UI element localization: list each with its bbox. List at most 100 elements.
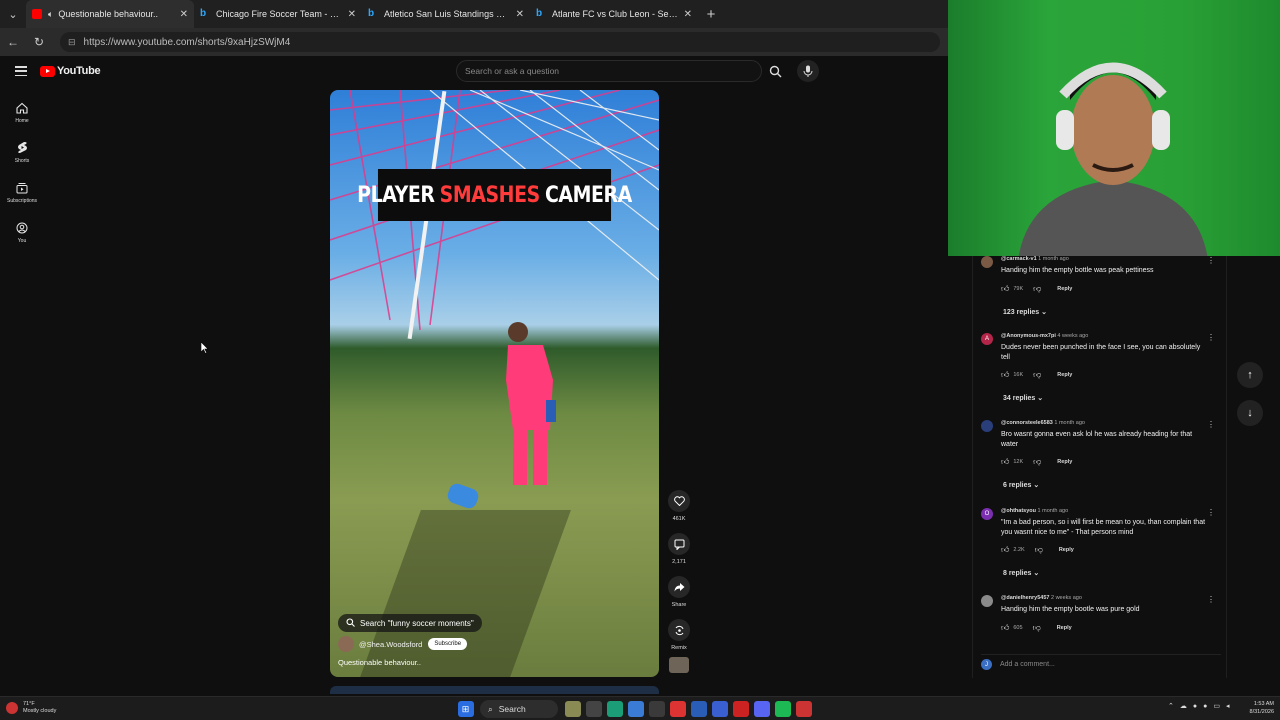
close-tab-icon[interactable]: ✕ xyxy=(180,9,188,20)
next-short-arrow-down-icon[interactable]: ↓ xyxy=(1237,400,1263,426)
previous-short-arrow-up-icon[interactable]: ↑ xyxy=(1237,362,1263,388)
tray-chevron-up-icon[interactable]: ⌃ xyxy=(1168,702,1174,710)
thumbs-down-icon[interactable]: 👎︎ xyxy=(1033,370,1041,380)
thumbs-down-icon[interactable]: 👎︎ xyxy=(1035,545,1043,555)
thumbs-down-icon[interactable]: 👎︎ xyxy=(1033,623,1041,633)
back-arrow-icon[interactable]: ← xyxy=(0,35,26,49)
close-tab-icon[interactable]: ✕ xyxy=(684,9,692,20)
discord-icon[interactable] xyxy=(753,701,770,717)
comment-author[interactable]: @carmack-v1 xyxy=(1001,256,1037,262)
nav-item-home[interactable]: Home xyxy=(0,92,44,132)
close-tab-icon[interactable]: ✕ xyxy=(516,9,524,20)
close-tab-icon[interactable]: ✕ xyxy=(348,9,356,20)
app-icon[interactable] xyxy=(648,701,665,717)
nav-item-shorts[interactable]: Shorts xyxy=(0,132,44,172)
thumbs-down-icon[interactable]: 👎︎ xyxy=(1033,284,1041,294)
url-field[interactable]: ⊟ https://www.youtube.com/shorts/9xaHjzS… xyxy=(60,32,940,52)
shorts-video-player[interactable]: PLAYER SMASHES CAMERA Search "funny socc… xyxy=(330,90,659,677)
mic-icon[interactable]: ● xyxy=(1203,703,1207,710)
reply-button[interactable]: Reply xyxy=(1059,547,1074,553)
view-replies-button[interactable]: 6 replies ⌄ xyxy=(1003,481,1039,489)
like-action[interactable]: 461K xyxy=(667,490,691,522)
store-icon[interactable] xyxy=(627,701,644,717)
share-icon[interactable] xyxy=(668,576,690,598)
youtube-app-icon[interactable] xyxy=(669,701,686,717)
comment-avatar[interactable]: O xyxy=(981,508,993,520)
edge-browser-icon[interactable] xyxy=(606,701,623,717)
related-search-pill[interactable]: Search "funny soccer moments" xyxy=(338,614,482,632)
app-icon[interactable] xyxy=(690,701,707,717)
app-icon[interactable] xyxy=(711,701,728,717)
comment-icon[interactable] xyxy=(668,533,690,555)
windows-start-icon[interactable]: ⊞ xyxy=(457,701,474,717)
sound-thumbnail[interactable] xyxy=(669,657,689,673)
thumbs-down-icon[interactable]: 👎︎ xyxy=(1033,457,1041,467)
weather-widget[interactable]: 71°F Mostly cloudy xyxy=(6,701,56,715)
remix-icon[interactable] xyxy=(668,619,690,641)
reply-button[interactable]: Reply xyxy=(1057,372,1072,378)
comment-action[interactable]: 2,171 xyxy=(667,533,691,565)
comment-author[interactable]: @Anonymous-mx7pi xyxy=(1001,333,1056,339)
reply-button[interactable]: Reply xyxy=(1057,286,1072,292)
view-replies-button[interactable]: 123 replies ⌄ xyxy=(1003,308,1047,316)
thumbs-up-icon[interactable]: 👍︎ xyxy=(1001,457,1009,467)
comment-author[interactable]: @connorsteele6583 xyxy=(1001,420,1053,426)
browser-tab-4[interactable]: b Atlante FC vs Club Leon - Search ✕ xyxy=(530,0,698,28)
app-icon[interactable] xyxy=(795,701,812,717)
spotify-icon[interactable] xyxy=(774,701,791,717)
video-title[interactable]: Questionable behaviour.. xyxy=(338,658,421,667)
thumbs-up-icon[interactable]: 👍︎ xyxy=(1001,545,1009,555)
speaker-icon[interactable]: 🔈︎ xyxy=(48,9,53,20)
reply-button[interactable]: Reply xyxy=(1057,459,1072,465)
thumbs-up-icon[interactable]: 👍︎ xyxy=(1001,284,1009,294)
search-input[interactable]: Search or ask a question xyxy=(456,60,762,82)
channel-handle[interactable]: @Shea.Woodsford xyxy=(359,640,422,649)
taskbar-clock[interactable]: 1:53 AM 8/31/2026 xyxy=(1240,700,1274,716)
thumbs-up-icon[interactable]: 👍︎ xyxy=(1001,623,1009,633)
browser-tab-2[interactable]: b Chicago Fire Soccer Team - Search ✕ xyxy=(194,0,362,28)
shorts-icon xyxy=(17,141,28,155)
remix-action[interactable]: Remix xyxy=(667,619,691,651)
widgets-icon[interactable] xyxy=(564,701,581,717)
like-icon[interactable] xyxy=(668,490,690,512)
comment-avatar[interactable] xyxy=(981,595,993,607)
share-action[interactable]: Share xyxy=(667,576,691,608)
site-info-icon[interactable]: ⊟ xyxy=(68,37,76,48)
comment-author[interactable]: @danielhenry5457 xyxy=(1001,595,1049,601)
reload-icon[interactable]: ↻ xyxy=(26,35,52,49)
more-options-icon[interactable]: ⋮ xyxy=(1207,420,1215,429)
thumbs-up-icon[interactable]: 👍︎ xyxy=(1001,370,1009,380)
channel-avatar[interactable] xyxy=(338,636,354,652)
youtube-logo[interactable]: YouTube xyxy=(40,65,101,77)
taskbar-search[interactable]: ⌕ Search xyxy=(480,700,558,718)
new-tab-plus-icon[interactable]: + xyxy=(698,6,724,23)
task-view-icon[interactable] xyxy=(585,701,602,717)
more-options-icon[interactable]: ⋮ xyxy=(1207,256,1215,265)
next-short-preview[interactable] xyxy=(330,686,659,694)
nav-item-you[interactable]: You xyxy=(0,212,44,252)
reply-button[interactable]: Reply xyxy=(1057,625,1072,631)
cloud-icon[interactable]: ☁ xyxy=(1180,702,1187,710)
search-icon[interactable] xyxy=(765,60,785,82)
nav-item-subscriptions[interactable]: Subscriptions xyxy=(0,172,44,212)
microphone-icon[interactable] xyxy=(797,60,819,82)
subscribe-button[interactable]: Subscribe xyxy=(428,638,468,650)
tab-list-chevron-icon[interactable]: ⌄ xyxy=(0,0,26,28)
app-icon[interactable] xyxy=(732,701,749,717)
more-options-icon[interactable]: ⋮ xyxy=(1207,333,1215,342)
add-comment-field[interactable]: J Add a comment... xyxy=(981,654,1221,670)
browser-tab-3[interactable]: b Atletico San Luis Standings Soccer ✕ xyxy=(362,0,530,28)
tray-app-icon[interactable]: ● xyxy=(1193,703,1197,710)
hamburger-menu-icon[interactable] xyxy=(15,66,27,76)
comment-avatar[interactable]: A xyxy=(981,333,993,345)
view-replies-button[interactable]: 34 replies ⌄ xyxy=(1003,394,1043,402)
comment-author[interactable]: @ohthatsyou xyxy=(1001,508,1036,514)
network-icon[interactable]: ▭ xyxy=(1213,702,1220,710)
comment-avatar[interactable] xyxy=(981,256,993,268)
browser-tab-1[interactable]: 🔈︎ Questionable behaviour.. ✕ xyxy=(26,0,194,28)
volume-icon[interactable]: ◂ xyxy=(1226,702,1230,710)
comment-avatar[interactable] xyxy=(981,420,993,432)
more-options-icon[interactable]: ⋮ xyxy=(1207,508,1215,517)
more-options-icon[interactable]: ⋮ xyxy=(1207,595,1215,604)
view-replies-button[interactable]: 8 replies ⌄ xyxy=(1003,569,1039,577)
